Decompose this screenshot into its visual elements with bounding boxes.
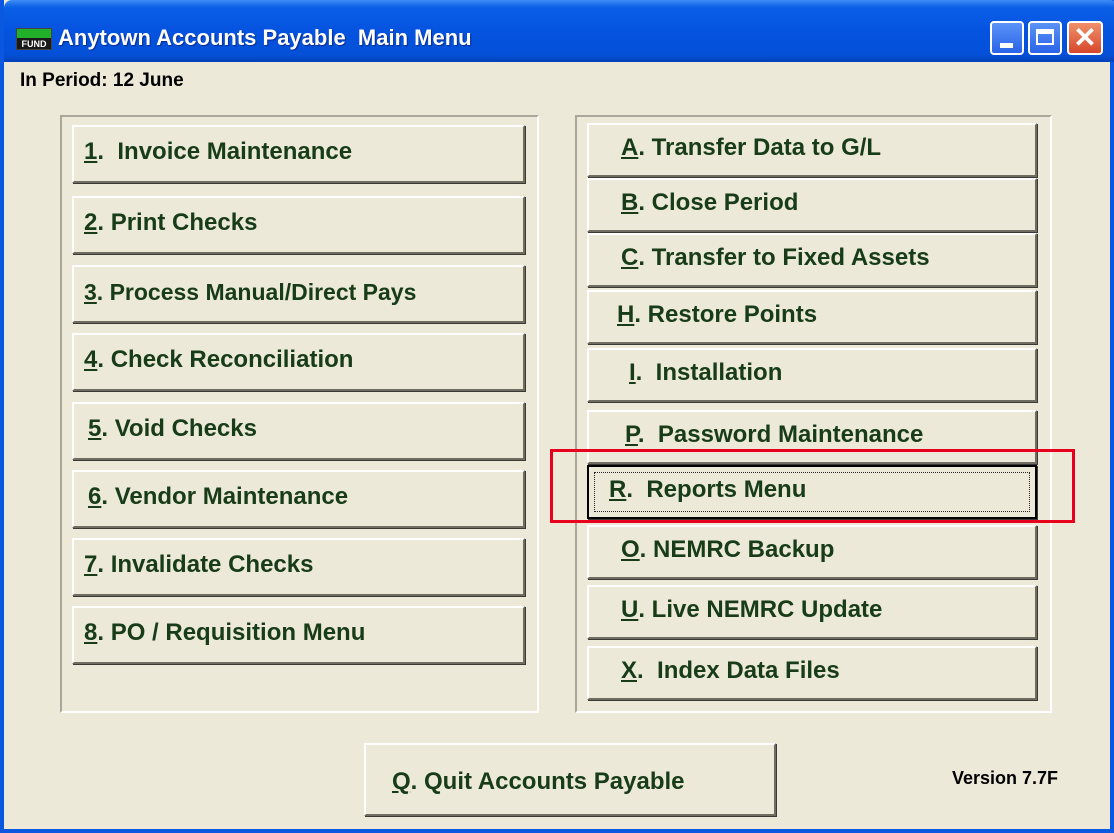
maximize-button[interactable]: [1028, 21, 1062, 55]
highlight-annotation-box: [550, 449, 1075, 523]
shortcut-key: U: [621, 596, 639, 623]
app-window: FUND Anytown Accounts Payable Main Menu …: [0, 0, 1114, 833]
shortcut-key: 1: [84, 138, 98, 165]
button-label: . Process Manual/Direct Pays: [96, 279, 417, 305]
button-label: . Invalidate Checks: [97, 551, 314, 578]
restore-points-button[interactable]: H. Restore Points: [587, 290, 1037, 344]
button-label: . Print Checks: [97, 209, 258, 236]
button-label: . PO / Requisition Menu: [97, 619, 366, 646]
shortcut-key: Q: [392, 768, 411, 795]
button-label: . NEMRC Backup: [639, 536, 835, 563]
close-button[interactable]: ✕: [1067, 21, 1103, 55]
period-label: In Period: 12 June: [20, 70, 184, 91]
shortcut-key: 5: [88, 415, 102, 442]
index-data-files-button[interactable]: X. Index Data Files: [587, 646, 1037, 700]
void-checks-button[interactable]: 5. Void Checks: [72, 402, 525, 460]
close-period-button[interactable]: B. Close Period: [587, 178, 1037, 232]
button-label: . Transfer Data to G/L: [638, 134, 882, 161]
button-label: . Invoice Maintenance: [97, 138, 353, 165]
button-label: . Password Maintenance: [637, 421, 924, 448]
minimize-button[interactable]: [990, 21, 1024, 55]
shortcut-key: O: [621, 536, 640, 563]
shortcut-key: 7: [84, 551, 98, 578]
process-manual-direct-pays-button[interactable]: 3. Process Manual/Direct Pays: [72, 265, 525, 323]
live-nemrc-update-button[interactable]: U. Live NEMRC Update: [587, 585, 1037, 639]
shortcut-key: C: [621, 244, 639, 271]
shortcut-key: 6: [88, 483, 102, 510]
shortcut-key: X: [621, 657, 638, 684]
transfer-to-fixed-assets-button[interactable]: C. Transfer to Fixed Assets: [587, 233, 1037, 287]
shortcut-key: B: [621, 189, 639, 216]
shortcut-key: H: [617, 301, 635, 328]
print-checks-button[interactable]: 2. Print Checks: [72, 196, 525, 254]
minimize-icon: [1000, 43, 1013, 48]
po-requisition-menu-button[interactable]: 8. PO / Requisition Menu: [72, 606, 525, 664]
nemrc-backup-button[interactable]: O. NEMRC Backup: [587, 525, 1037, 579]
app-icon: FUND: [16, 28, 52, 50]
shortcut-key: I: [629, 359, 636, 386]
window-title: Anytown Accounts Payable Main Menu: [58, 25, 472, 50]
button-label: . Index Data Files: [637, 657, 840, 684]
button-label: . Restore Points: [634, 301, 818, 328]
installation-button[interactable]: I. Installation: [587, 348, 1037, 402]
button-label: . Transfer to Fixed Assets: [638, 244, 930, 271]
app-icon-label: FUND: [21, 39, 47, 49]
button-label: . Close Period: [638, 189, 799, 216]
invalidate-checks-button[interactable]: 7. Invalidate Checks: [72, 538, 525, 596]
quit-accounts-payable-button[interactable]: Q. Quit Accounts Payable: [364, 743, 776, 816]
shortcut-key: P: [625, 421, 638, 448]
close-icon: ✕: [1073, 22, 1097, 53]
shortcut-key: A: [621, 134, 639, 161]
shortcut-key: 4: [84, 346, 98, 373]
vendor-maintenance-button[interactable]: 6. Vendor Maintenance: [72, 470, 525, 528]
maximize-icon: [1036, 29, 1054, 45]
button-label: . Quit Accounts Payable: [410, 768, 685, 795]
shortcut-key: 8: [84, 619, 98, 646]
button-label: . Installation: [635, 359, 783, 386]
version-label: Version 7.7F: [952, 768, 1059, 788]
invoice-maintenance-button[interactable]: 1. Invoice Maintenance: [72, 125, 525, 183]
button-label: . Void Checks: [101, 415, 257, 442]
check-reconciliation-button[interactable]: 4. Check Reconciliation: [72, 333, 525, 391]
shortcut-key: 3: [84, 279, 97, 305]
button-label: . Live NEMRC Update: [638, 596, 883, 623]
button-label: . Check Reconciliation: [97, 346, 354, 373]
shortcut-key: 2: [84, 209, 98, 236]
button-label: . Vendor Maintenance: [101, 483, 349, 510]
transfer-data-to-gl-button[interactable]: A. Transfer Data to G/L: [587, 123, 1037, 177]
title-bar[interactable]: FUND Anytown Accounts Payable Main Menu …: [4, 0, 1114, 62]
